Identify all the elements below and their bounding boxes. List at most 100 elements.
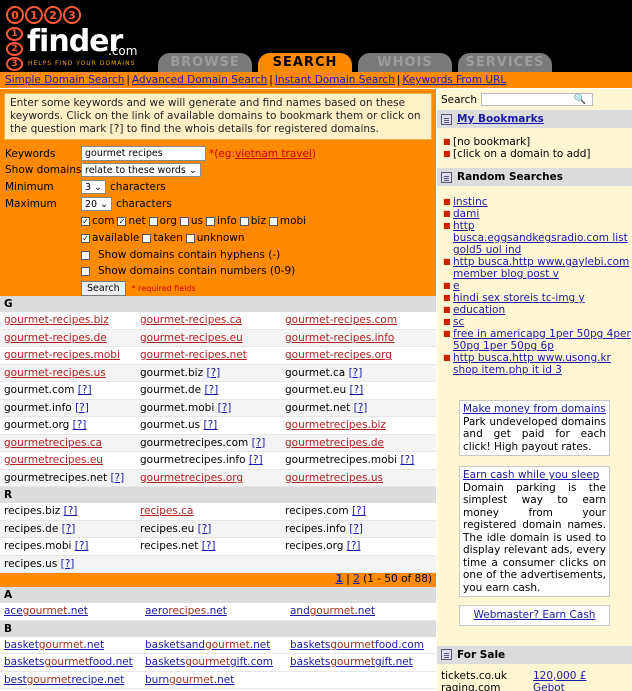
bookmarks-title-link[interactable]: My Bookmarks: [457, 113, 544, 125]
whois-link[interactable]: [?]: [218, 402, 232, 414]
available-domain-link[interactable]: gourmetrecipes.eu: [4, 454, 103, 466]
suggested-domain-link[interactable]: basketsgourmetfood.com: [290, 639, 424, 651]
ad-make-money-link[interactable]: Make money from domains: [463, 403, 606, 415]
random-search-link[interactable]: hindi sex storeis tc-img y: [453, 292, 585, 304]
whois-link[interactable]: [?]: [354, 402, 368, 414]
whois-link[interactable]: [?]: [78, 384, 92, 396]
status-option[interactable]: ✓ available: [81, 232, 139, 244]
hyphens-checkbox[interactable]: [81, 250, 90, 260]
whois-link[interactable]: [?]: [75, 402, 89, 414]
available-domain-link[interactable]: gourmetrecipes.ca: [4, 437, 102, 449]
suggested-domain-link[interactable]: basketsandgourmet.net: [145, 639, 270, 651]
whois-link[interactable]: [?]: [110, 472, 124, 484]
available-domain-link[interactable]: gourmet-recipes.com: [285, 314, 397, 326]
tld-checkbox[interactable]: [148, 216, 158, 226]
search-button[interactable]: Search: [81, 281, 126, 296]
whois-link[interactable]: [?]: [73, 419, 87, 431]
sale-price-link[interactable]: Gebot: [533, 682, 565, 691]
keywords-example-link[interactable]: vietnam travel: [235, 148, 312, 160]
keywords-input[interactable]: gourmet recipes: [81, 146, 206, 161]
available-domain-link[interactable]: gourmet-recipes.net: [140, 349, 247, 361]
ad-earn-cash-link[interactable]: Earn cash while you sleep: [463, 469, 599, 481]
sale-price-link[interactable]: 120,000 £: [533, 670, 586, 682]
status-checkbox[interactable]: ✓: [81, 233, 90, 243]
whois-link[interactable]: [?]: [198, 523, 212, 535]
whois-link[interactable]: [?]: [205, 384, 219, 396]
whois-link[interactable]: [?]: [75, 540, 89, 552]
whois-link[interactable]: [?]: [400, 454, 414, 466]
status-option[interactable]: taken: [142, 232, 183, 244]
tab-browse[interactable]: BROWSE: [158, 53, 252, 72]
available-domain-link[interactable]: gourmet-recipes.eu: [140, 332, 243, 344]
suggested-domain-link[interactable]: andgourmet.net: [290, 605, 375, 617]
tld-option[interactable]: biz: [239, 215, 266, 227]
available-domain-link[interactable]: gourmet-recipes.de: [4, 332, 107, 344]
whois-link[interactable]: [?]: [252, 437, 266, 449]
status-checkbox[interactable]: [185, 233, 195, 243]
random-search-link[interactable]: sc: [453, 316, 464, 328]
suggested-domain-link[interactable]: basketsgourmetgift.net: [290, 656, 413, 668]
whois-link[interactable]: [?]: [349, 523, 363, 535]
whois-link[interactable]: [?]: [62, 523, 76, 535]
search-icon[interactable]: 🔍: [574, 94, 586, 105]
tld-checkbox[interactable]: ✓: [117, 216, 127, 226]
whois-link[interactable]: [?]: [202, 540, 216, 552]
subnav-link[interactable]: Keywords From URL: [402, 74, 506, 86]
available-domain-link[interactable]: gourmet-recipes.ca: [140, 314, 242, 326]
random-search-link[interactable]: http busca.eggsandkegsradio.com list gol…: [453, 220, 632, 256]
numbers-checkbox[interactable]: [81, 266, 90, 276]
tld-option[interactable]: us: [179, 215, 203, 227]
subnav-link[interactable]: Simple Domain Search: [5, 74, 124, 86]
tld-checkbox[interactable]: [268, 216, 278, 226]
subnav-link[interactable]: Instant Domain Search: [275, 74, 395, 86]
whois-link[interactable]: [?]: [206, 367, 220, 379]
whois-link[interactable]: [?]: [61, 558, 75, 570]
sidebar-search-input[interactable]: 🔍: [481, 93, 594, 106]
suggested-domain-link[interactable]: acegourmet.net: [4, 605, 88, 617]
random-search-link[interactable]: free in americapg 1per 50pg 4per 50pg 1p…: [453, 328, 632, 352]
tld-option[interactable]: org: [148, 215, 177, 227]
available-domain-link[interactable]: gourmet-recipes.biz: [4, 314, 109, 326]
whois-link[interactable]: [?]: [249, 454, 263, 466]
tld-option[interactable]: ✓ com: [81, 215, 114, 227]
suggested-domain-link[interactable]: aerorecipes.net: [145, 605, 227, 617]
status-checkbox[interactable]: [142, 233, 152, 243]
tld-option[interactable]: info: [206, 215, 237, 227]
tld-checkbox[interactable]: [239, 216, 249, 226]
minimum-select[interactable]: 3 ⌄: [81, 180, 107, 194]
available-domain-link[interactable]: gourmetrecipes.us: [285, 472, 383, 484]
subnav-link[interactable]: Advanced Domain Search: [132, 74, 267, 86]
available-domain-link[interactable]: gourmet-recipes.mobi: [4, 349, 120, 361]
suggested-domain-link[interactable]: bestgourmetrecipe.net: [4, 674, 124, 686]
available-domain-link[interactable]: recipes.ca: [140, 505, 193, 517]
status-option[interactable]: unknown: [185, 232, 245, 244]
tab-search[interactable]: SEARCH: [258, 53, 352, 72]
available-domain-link[interactable]: gourmetrecipes.org: [140, 472, 243, 484]
random-search-link[interactable]: instinc: [453, 196, 488, 208]
tld-option[interactable]: ✓ net: [117, 215, 146, 227]
random-search-link[interactable]: education: [453, 304, 505, 316]
available-domain-link[interactable]: gourmet-recipes.org: [285, 349, 392, 361]
available-domain-link[interactable]: gourmet-recipes.us: [4, 367, 106, 379]
webmaster-earn-cash-link[interactable]: Webmaster? Earn Cash: [474, 609, 596, 621]
random-search-link[interactable]: http busca.http www.gaylebi.com member b…: [453, 256, 632, 280]
random-search-link[interactable]: dami: [453, 208, 479, 220]
tab-whois[interactable]: WHOIS: [358, 53, 452, 72]
available-domain-link[interactable]: gourmet-recipes.info: [285, 332, 394, 344]
suggested-domain-link[interactable]: basketsgourmetfood.net: [4, 656, 133, 668]
whois-link[interactable]: [?]: [64, 505, 78, 517]
page-2-link[interactable]: 2: [353, 573, 360, 585]
page-1-link[interactable]: 1: [336, 573, 343, 585]
suggested-domain-link[interactable]: burngourmet.net: [145, 674, 234, 686]
whois-link[interactable]: [?]: [349, 367, 363, 379]
whois-link[interactable]: [?]: [349, 384, 363, 396]
available-domain-link[interactable]: gourmetrecipes.de: [285, 437, 384, 449]
suggested-domain-link[interactable]: basketgourmet.net: [4, 639, 104, 651]
show-domains-select[interactable]: relate to these words ⌄: [81, 163, 201, 177]
suggested-domain-link[interactable]: basketsgourmetgift.com: [145, 656, 273, 668]
whois-link[interactable]: [?]: [352, 505, 366, 517]
random-search-link[interactable]: e: [453, 280, 459, 292]
tld-option[interactable]: mobi: [268, 215, 306, 227]
tld-checkbox[interactable]: [206, 216, 216, 226]
tld-checkbox[interactable]: ✓: [81, 216, 90, 226]
